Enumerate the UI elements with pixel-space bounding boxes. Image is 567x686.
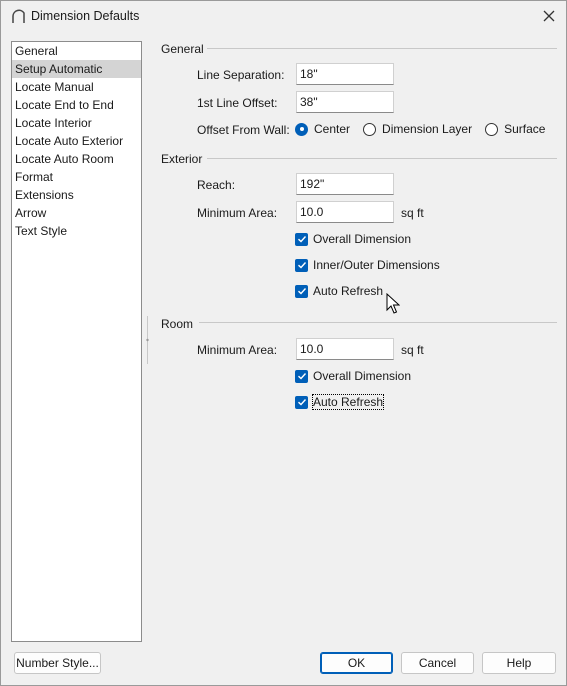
window-title: Dimension Defaults [31, 9, 140, 23]
splitter-grip-icon[interactable] [146, 316, 149, 364]
first-line-offset-label: 1st Line Offset: [197, 96, 278, 110]
room-auto-refresh-label: Auto Refresh [311, 394, 385, 410]
help-button[interactable]: Help [482, 652, 556, 674]
exterior-heading: Exterior [161, 152, 203, 166]
exterior-overall-dimension-label: Overall Dimension [313, 232, 412, 246]
first-line-offset-input[interactable] [296, 91, 394, 113]
cancel-button[interactable]: Cancel [401, 652, 474, 674]
offset-from-wall-options: Center Dimension Layer Surface [295, 122, 545, 136]
reach-input[interactable] [296, 173, 394, 195]
dimension-defaults-dialog: Dimension Defaults General Setup Automat… [0, 0, 567, 686]
room-auto-refresh-checkbox[interactable]: Auto Refresh [295, 394, 385, 410]
radio-center-label: Center [314, 122, 351, 136]
room-min-area-label: Minimum Area: [197, 343, 278, 357]
reach-label: Reach: [197, 178, 236, 192]
checkmark-icon [295, 258, 308, 272]
category-list[interactable]: General Setup Automatic Locate Manual Lo… [11, 41, 142, 642]
sidebar-item-locate-manual[interactable]: Locate Manual [12, 78, 141, 96]
exterior-min-area-unit: sq ft [401, 206, 424, 220]
sidebar-item-text-style[interactable]: Text Style [12, 222, 141, 240]
room-overall-dimension-label: Overall Dimension [313, 369, 412, 383]
radio-unselected-icon [485, 122, 499, 136]
inner-outer-dimensions-checkbox[interactable]: Inner/Outer Dimensions [295, 258, 440, 272]
radio-unselected-icon [363, 122, 377, 136]
exterior-overall-dimension-checkbox[interactable]: Overall Dimension [295, 232, 411, 246]
mouse-pointer-icon [386, 293, 400, 314]
radio-surface-label: Surface [504, 122, 546, 136]
line-separation-label: Line Separation: [197, 68, 285, 82]
general-divider [207, 48, 557, 49]
room-min-area-unit: sq ft [401, 343, 424, 357]
exterior-auto-refresh-checkbox[interactable]: Auto Refresh [295, 284, 383, 298]
radio-dimension-layer-label: Dimension Layer [382, 122, 473, 136]
sidebar-item-extensions[interactable]: Extensions [12, 186, 141, 204]
number-style-button[interactable]: Number Style... [14, 652, 101, 674]
room-heading: Room [161, 317, 194, 331]
radio-dimension-layer[interactable]: Dimension Layer [363, 122, 472, 136]
radio-selected-icon [295, 122, 308, 136]
radio-surface[interactable]: Surface [485, 122, 545, 136]
exterior-divider [207, 158, 557, 159]
sidebar-item-locate-end-to-end[interactable]: Locate End to End [12, 96, 141, 114]
title-bar: Dimension Defaults [1, 1, 566, 32]
sidebar-item-setup-automatic[interactable]: Setup Automatic [12, 60, 141, 78]
app-arc-icon [12, 9, 25, 23]
ok-button[interactable]: OK [320, 652, 393, 674]
sidebar-item-general[interactable]: General [12, 42, 141, 60]
checkmark-icon [295, 232, 308, 246]
exterior-auto-refresh-label: Auto Refresh [313, 284, 384, 298]
room-min-area-input[interactable] [296, 338, 394, 360]
radio-center[interactable]: Center [295, 122, 350, 136]
exterior-min-area-label: Minimum Area: [197, 206, 278, 220]
close-icon[interactable] [540, 7, 558, 25]
inner-outer-dimensions-label: Inner/Outer Dimensions [313, 258, 440, 272]
room-overall-dimension-checkbox[interactable]: Overall Dimension [295, 369, 411, 383]
sidebar-item-locate-auto-exterior[interactable]: Locate Auto Exterior [12, 132, 141, 150]
sidebar-item-locate-auto-room[interactable]: Locate Auto Room [12, 150, 141, 168]
line-separation-input[interactable] [296, 63, 394, 85]
checkmark-icon [295, 395, 308, 409]
sidebar-item-arrow[interactable]: Arrow [12, 204, 141, 222]
offset-from-wall-label: Offset From Wall: [197, 123, 290, 137]
sidebar-item-locate-interior[interactable]: Locate Interior [12, 114, 141, 132]
exterior-min-area-input[interactable] [296, 201, 394, 223]
sidebar-item-format[interactable]: Format [12, 168, 141, 186]
general-heading: General [161, 42, 204, 56]
checkmark-icon [295, 284, 308, 298]
checkmark-icon [295, 369, 308, 383]
room-divider [199, 322, 557, 323]
